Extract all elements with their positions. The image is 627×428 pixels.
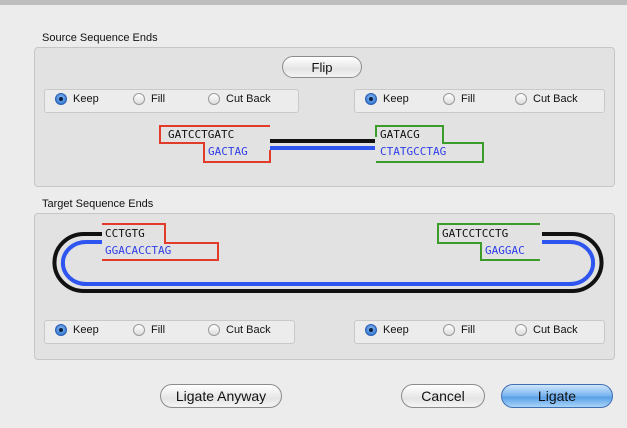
target-right-bottom-seq: GAGGAC: [485, 244, 525, 257]
ligate-button[interactable]: Ligate: [501, 384, 613, 408]
target-right-top-seq: GATCCTCCTG: [442, 227, 509, 240]
ligate-anyway-button[interactable]: Ligate Anyway: [160, 384, 282, 408]
target-left-bottom-seq: GGACACCTAG: [105, 244, 172, 257]
cancel-button[interactable]: Cancel: [401, 384, 485, 408]
target-left-top-seq: CCTGTG: [105, 227, 145, 240]
source-left-top-seq: GATCCTGATC: [168, 128, 235, 141]
source-right-bottom-seq: CTATGCCTAG: [380, 145, 447, 158]
source-left-bottom-seq: GACTAG: [208, 145, 248, 158]
source-right-top-seq: GATACG: [380, 128, 420, 141]
dna-diagram: [52, 125, 604, 293]
